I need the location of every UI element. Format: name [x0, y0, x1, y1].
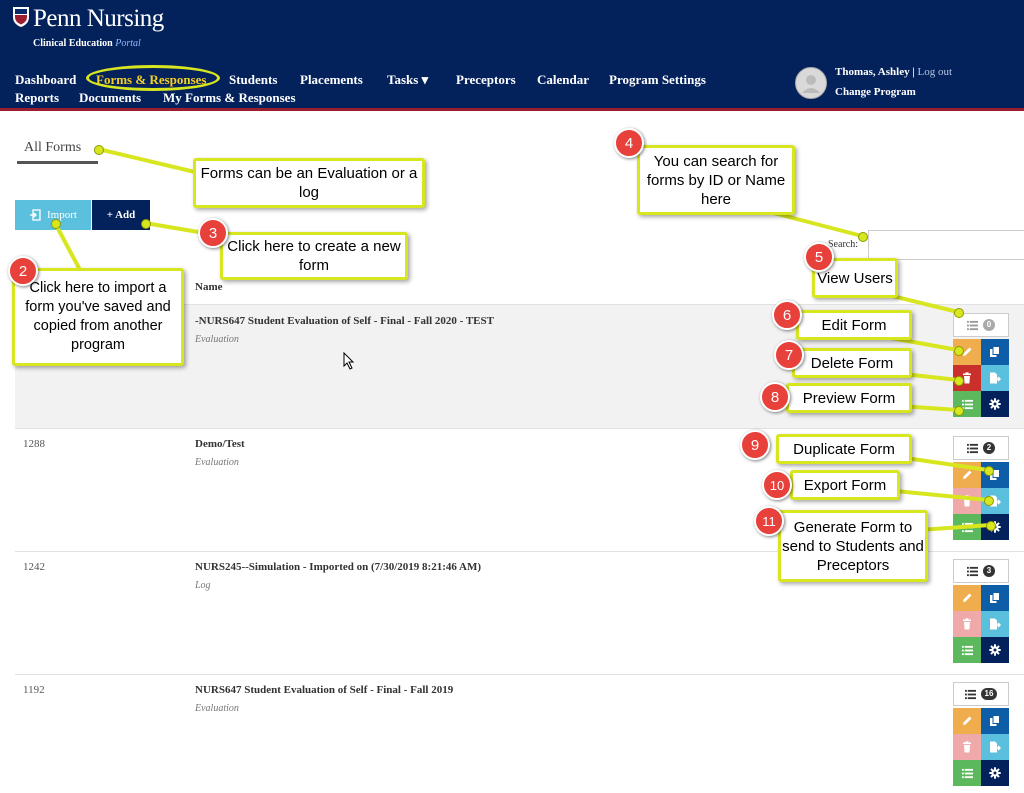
callout-number-badge: 4 — [614, 128, 644, 158]
callout-export: Export Form — [790, 470, 900, 500]
callout-number-badge: 5 — [804, 242, 834, 272]
callout-preview: Preview Form — [786, 383, 912, 413]
annotation-dot — [954, 376, 964, 386]
annotation-dot — [858, 232, 868, 242]
callout-generate: Generate Form to send to Students and Pr… — [778, 510, 928, 582]
annotation-dot — [51, 219, 61, 229]
callout-number-badge: 10 — [762, 470, 792, 500]
annotation-dot — [141, 219, 151, 229]
annotation-dot — [954, 406, 964, 416]
callout-number-badge: 11 — [754, 506, 784, 536]
callout-number-badge: 7 — [774, 340, 804, 370]
annotation-dot — [984, 466, 994, 476]
callout-add: Click here to create a new form — [220, 232, 408, 280]
callout-number-badge: 8 — [760, 382, 790, 412]
annotation-dot — [986, 521, 996, 531]
annotation-dot — [954, 346, 964, 356]
callout-forms-note: Forms can be an Evaluation or a log — [193, 158, 425, 208]
callout-number-badge: 3 — [198, 218, 228, 248]
callout-import: Click here to import a form you've saved… — [12, 268, 184, 366]
callout-search: You can search for forms by ID or Name h… — [637, 145, 795, 215]
callout-number-badge: 6 — [772, 300, 802, 330]
callout-delete: Delete Form — [792, 348, 912, 378]
callout-edit: Edit Form — [796, 310, 912, 340]
callout-duplicate: Duplicate Form — [776, 434, 912, 464]
annotation-dot — [954, 308, 964, 318]
callout-number-badge: 9 — [740, 430, 770, 460]
callout-number-badge: 2 — [8, 256, 38, 286]
annotation-dot — [984, 496, 994, 506]
annotation-dot — [94, 145, 104, 155]
